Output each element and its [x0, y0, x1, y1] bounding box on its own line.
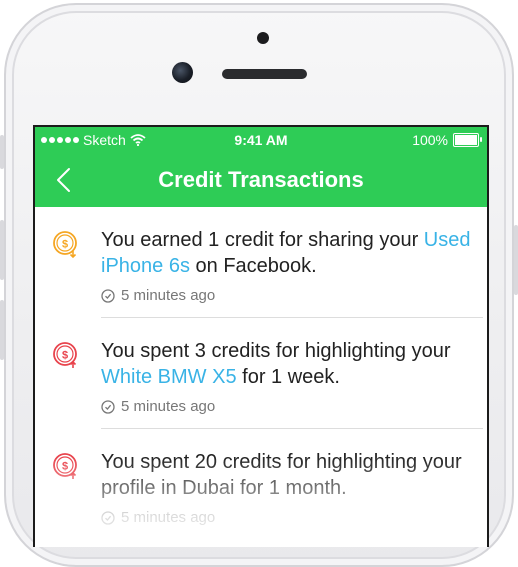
volume-down-button	[0, 300, 4, 360]
svg-text:$: $	[62, 239, 68, 251]
clock-icon	[101, 399, 115, 414]
status-bar: Sketch 9:41 AM 100%	[35, 132, 487, 150]
coin-spent-icon: $	[53, 342, 77, 368]
coin-spent-icon: $	[53, 453, 77, 479]
proximity-sensor	[257, 32, 269, 44]
top-bar: Sketch 9:41 AM 100% Credit Transactions	[35, 127, 487, 207]
list-item[interactable]: $ You spent 20 credits for highlighting …	[35, 429, 487, 540]
transaction-text: You spent 3 credits for highlighting you…	[101, 338, 481, 390]
mute-switch	[0, 135, 4, 169]
transaction-prefix: You earned 1 credit for sharing your	[101, 229, 424, 251]
list-item[interactable]: $ You earned 1 credit for sharing your U…	[35, 207, 487, 318]
battery-group: 100%	[412, 132, 482, 148]
timestamp: 5 minutes ago	[101, 287, 215, 304]
navigation-bar: Credit Transactions	[35, 161, 487, 201]
battery-percent: 100%	[412, 132, 448, 148]
item-link[interactable]: White BMW X5	[101, 366, 237, 388]
timestamp-label: 5 minutes ago	[121, 287, 216, 304]
clock-icon	[101, 510, 115, 525]
timestamp: 5 minutes ago	[101, 509, 215, 526]
timestamp-label: 5 minutes ago	[121, 398, 216, 415]
transaction-text: You earned 1 credit for sharing your Use…	[101, 227, 481, 279]
battery-icon	[453, 133, 482, 147]
timestamp: 5 minutes ago	[101, 398, 215, 415]
transaction-suffix: on Facebook.	[189, 255, 317, 277]
transaction-prefix: You spent 20 credits for highlighting yo…	[101, 451, 462, 499]
volume-up-button	[0, 220, 4, 280]
coin-earned-icon: $	[53, 231, 77, 259]
transaction-text: You spent 20 credits for highlighting yo…	[101, 449, 481, 501]
svg-text:$: $	[62, 461, 68, 473]
svg-text:$: $	[62, 350, 68, 362]
list-item[interactable]: $ You spent 3 credits for highlighting y…	[35, 318, 487, 429]
earpiece-speaker	[222, 69, 307, 79]
front-camera	[172, 62, 193, 83]
power-button	[514, 225, 518, 295]
timestamp-label: 5 minutes ago	[121, 509, 216, 526]
transaction-prefix: You spent 3 credits for highlighting you…	[101, 340, 451, 362]
clock-icon	[101, 288, 115, 303]
app-screen: Sketch 9:41 AM 100% Credit Transactions	[33, 125, 489, 547]
transaction-list: $ You earned 1 credit for sharing your U…	[35, 207, 487, 540]
transaction-suffix: for 1 week.	[236, 366, 340, 388]
page-title: Credit Transactions	[158, 167, 364, 192]
